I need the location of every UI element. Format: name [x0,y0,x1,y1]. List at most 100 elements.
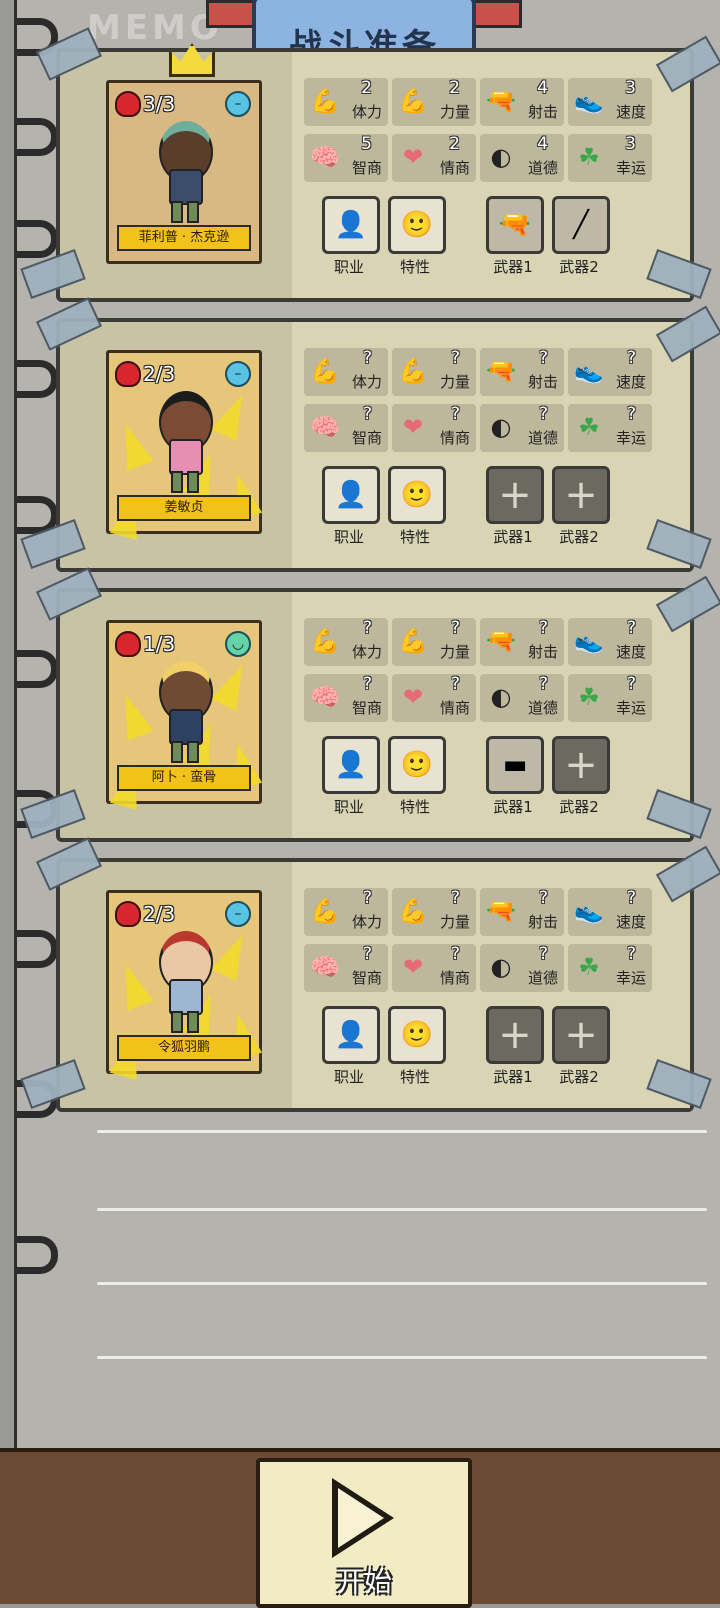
add-weapon-slot[interactable]: + [486,1006,544,1064]
luck-icon: ☘ [578,683,600,711]
character-body [169,709,203,745]
trait-portrait-slot[interactable]: 🙂 [388,1006,446,1064]
slot-label: 武器1 [493,258,533,276]
character-name: 菲利普 · 杰克逊 [117,225,251,251]
strength-icon: 💪 [398,357,428,385]
job-portrait-slot[interactable]: 👤 [322,1006,380,1064]
add-weapon-slot[interactable]: + [552,736,610,794]
lightning-decoration [211,389,255,441]
add-weapon-slot[interactable]: + [486,466,544,524]
pistol-slot[interactable]: 🔫 [486,196,544,254]
character-portrait[interactable]: 2/3 – 令狐羽鹏 [106,890,263,1080]
ruled-line [97,1356,707,1359]
character-card[interactable]: 1/3 ◡ 阿卜 · 蛮骨 💪? 体力 💪? 力量 🔫? 射击 👟? 速度 🧠? 智商 ❤? 情商 ◐? 道德 ☘… [20,567,720,842]
heart-icon [115,901,141,927]
character-card[interactable]: 2/3 – 姜敏贞 💪? 体力 💪? 力量 🔫? 射击 👟? 速度 🧠? 智商 ❤? 情商 ◐? 道德 ☘? 幸运 👤… [20,297,720,572]
character-leg [187,741,199,763]
stat-luck: ☘? 幸运 [568,674,652,722]
add-weapon-slot[interactable]: + [552,1006,610,1064]
character-portrait[interactable]: 1/3 ◡ 阿卜 · 蛮骨 [106,620,263,810]
stat-value: ? [362,404,372,424]
character-card[interactable]: 2/3 – 令狐羽鹏 💪? 体力 💪? 力量 🔫? 射击 👟? 速度 🧠? 智商 ❤? 情商 ◐? 道德 ☘? 幸运… [20,837,720,1112]
binder-ring [17,220,58,258]
intelligence-icon: 🧠 [310,953,340,981]
stat-label: 智商 [351,969,382,987]
ruled-line [97,1208,707,1211]
stat-strength: 💪? 力量 [392,348,476,396]
speed-icon: 👟 [574,357,604,385]
stat-value: ? [450,888,460,908]
intelligence-icon: 🧠 [310,683,340,711]
crown-icon [169,43,215,77]
health-value: 1/3 [143,632,176,656]
shooting-icon: 🔫 [486,897,516,925]
slot-label: 武器2 [559,528,599,546]
binder-ring [17,360,58,398]
health-indicator: 3/3 [115,91,175,117]
stat-value: ? [626,888,636,908]
stat-label: 体力 [351,913,382,931]
crowbar-slot[interactable]: ╱ [552,196,610,254]
stat-label: 速度 [615,913,646,931]
stat-label: 射击 [527,913,558,931]
job-portrait-slot[interactable]: 👤 [322,736,380,794]
speed-icon: 👟 [574,897,604,925]
luck-icon: ☘ [578,143,600,171]
stat-luck: ☘ 3 幸运 [568,134,652,182]
start-button[interactable]: 开始 [256,1458,472,1608]
character-leg [187,201,199,223]
stat-value: 3 [625,134,636,154]
stat-intelligence: 🧠 5 智商 [304,134,388,182]
character-portrait[interactable]: 3/3 – 菲利普 · 杰克逊 [106,43,262,264]
lightning-decoration [112,689,154,741]
stat-label: 幸运 [615,159,646,177]
stat-speed: 👟? 速度 [568,618,652,666]
stat-value: ? [538,944,548,964]
binder-ring [17,930,58,968]
stat-label: 体力 [351,103,382,121]
stat-label: 道德 [527,969,558,987]
trait-portrait-slot[interactable]: 🙂 [388,196,446,254]
stat-morality: ◐? 道德 [480,404,564,452]
character-leg [171,471,183,493]
watermark: MEMO [87,8,223,48]
stat-stamina: 💪? 体力 [304,348,388,396]
lightning-decoration [112,959,154,1011]
stat-label: 射击 [527,373,558,391]
trait-portrait-slot[interactable]: 🙂 [388,736,446,794]
character-name: 令狐羽鹏 [117,1035,251,1061]
health-value: 2/3 [143,362,176,386]
stat-value: ? [538,404,548,424]
intelligence-icon: 🧠 [310,143,340,171]
stat-strength: 💪 2 力量 [392,78,476,126]
slot-label: 职业 [333,258,364,276]
slot-label: 武器1 [493,1068,533,1086]
job-portrait-slot[interactable]: 👤 [322,196,380,254]
play-icon-inner [338,1488,384,1548]
add-weapon-slot[interactable]: + [552,466,610,524]
lightning-decoration [211,929,255,981]
lightning-decoration [112,419,154,471]
slot-label: 武器2 [559,798,599,816]
stat-label: 力量 [439,643,470,661]
stat-label: 情商 [439,699,470,717]
job-portrait-slot[interactable]: 👤 [322,466,380,524]
character-portrait[interactable]: 2/3 – 姜敏贞 [106,350,263,540]
stat-value: ? [450,944,460,964]
neutral-mood-icon: – [225,91,251,117]
stat-label: 速度 [615,643,646,661]
character-body [169,439,203,475]
ruled-line [97,1282,707,1285]
character-name: 姜敏贞 [117,495,251,521]
trait-portrait-slot[interactable]: 🙂 [388,466,446,524]
character-card[interactable]: 3/3 – 菲利普 · 杰克逊 💪 2 体力 💪 2 力量 🔫 4 射击 👟 3 速度 🧠 5 智商 ❤ 2 情商 ◐ 4 道… [20,27,720,302]
health-value: 2/3 [143,902,176,926]
lightning-decoration [211,659,255,711]
stat-label: 幸运 [615,699,646,717]
stat-shooting: 🔫? 射击 [480,348,564,396]
character-leg [171,1011,183,1033]
luck-icon: ☘ [578,413,600,441]
rifle-slot[interactable]: ▬ [486,736,544,794]
character-figure [151,931,217,1033]
stat-value: ? [450,348,460,368]
